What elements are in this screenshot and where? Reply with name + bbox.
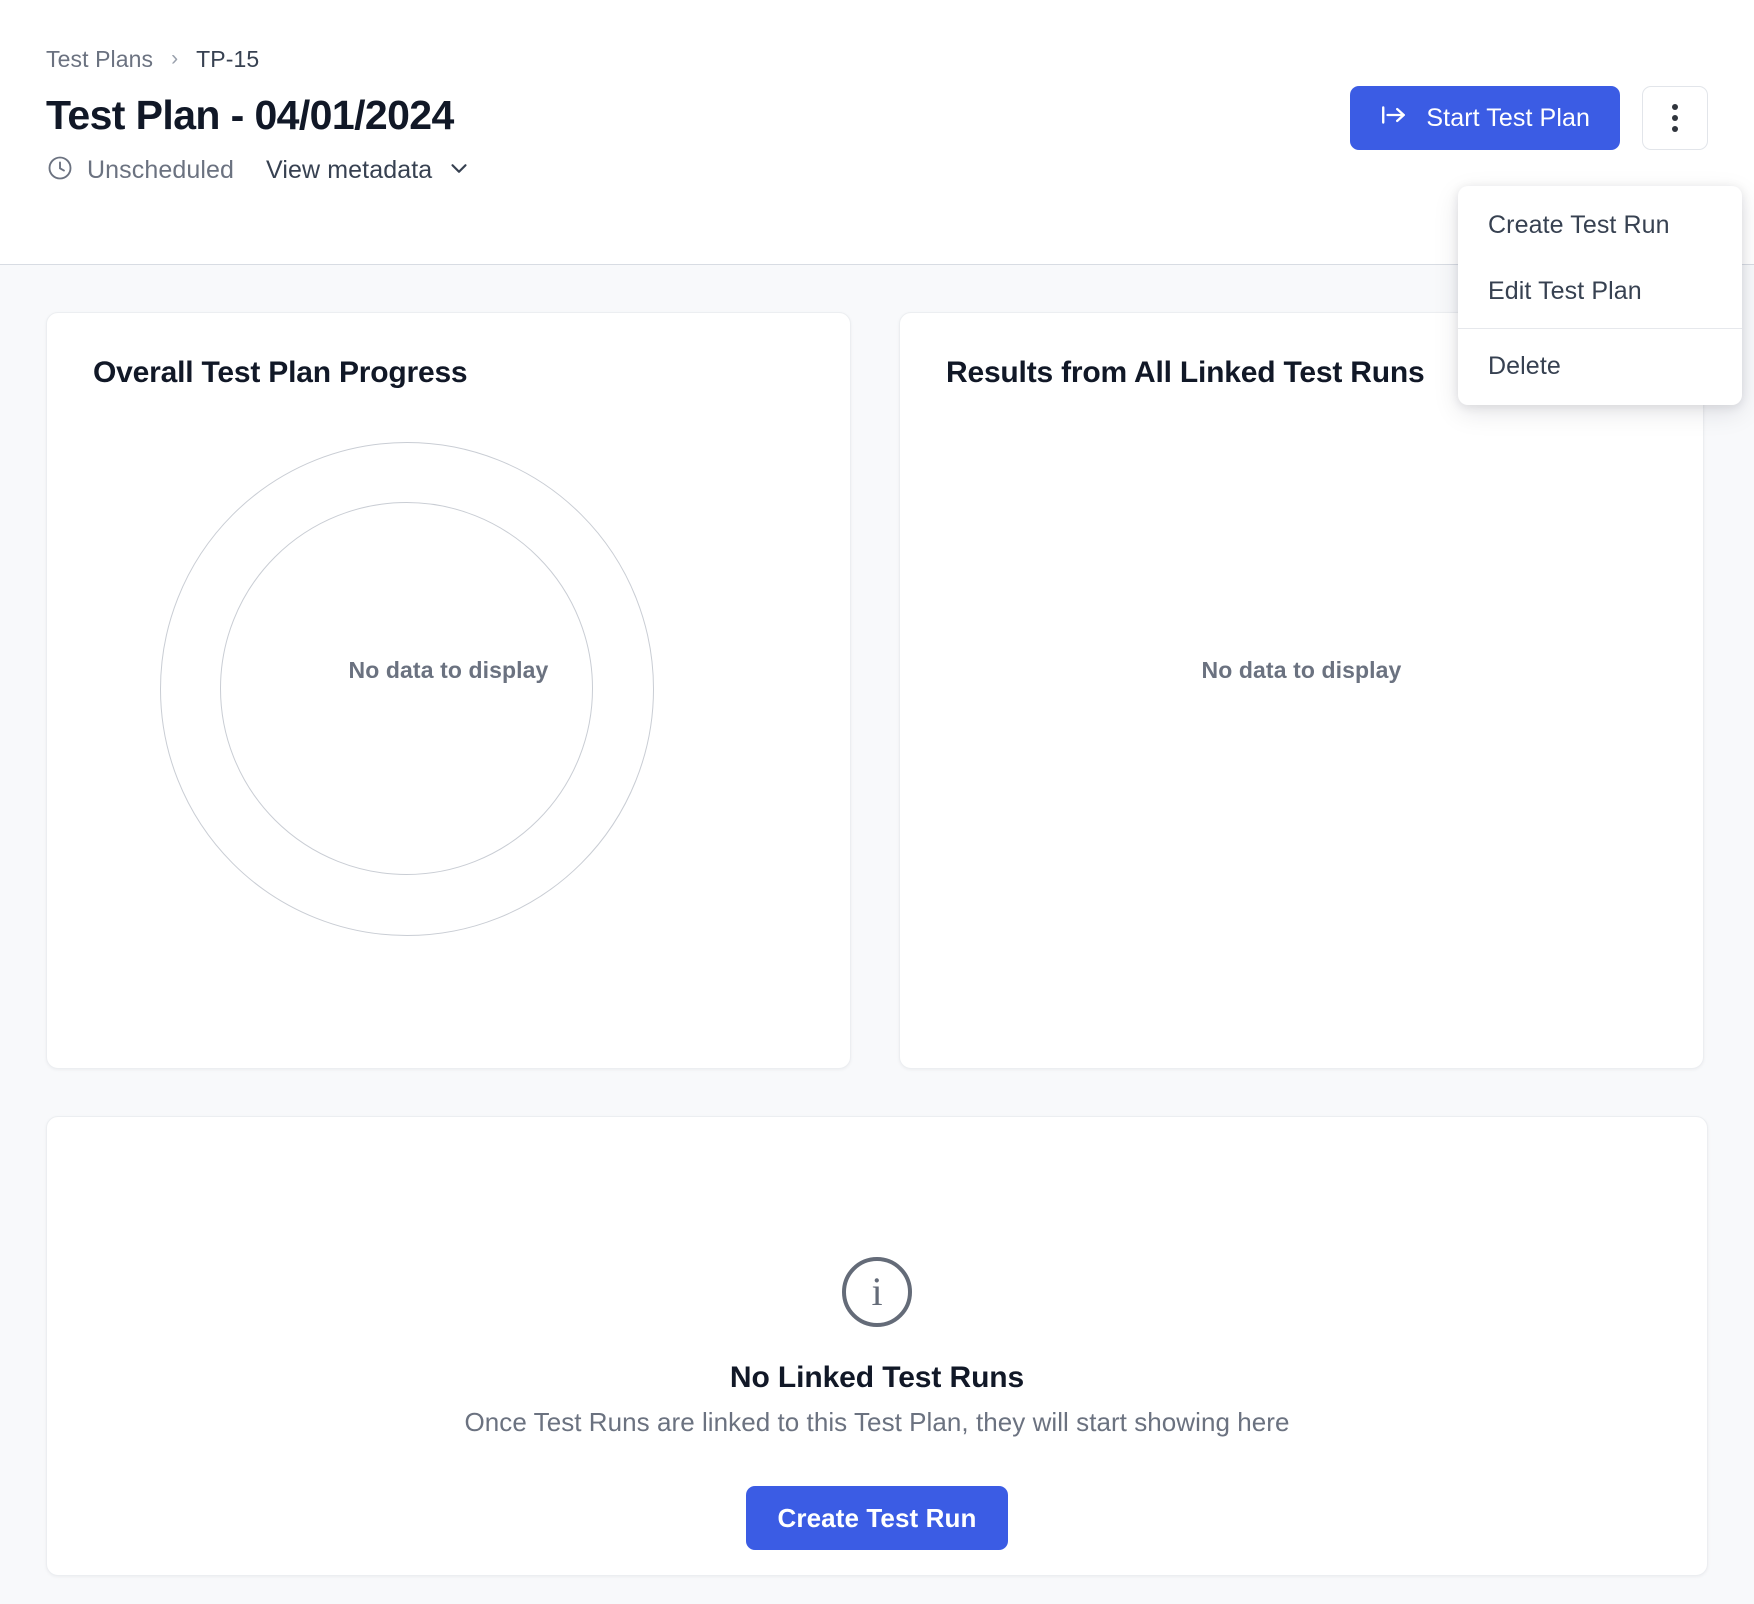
status-badge: Unscheduled	[46, 154, 234, 187]
status-label: Unscheduled	[87, 156, 235, 184]
results-empty-state: No data to display	[946, 390, 1657, 950]
clock-icon	[46, 154, 74, 187]
page-title: Test Plan - 04/01/2024	[46, 92, 454, 138]
progress-card-title: Overall Test Plan Progress	[93, 356, 468, 389]
overall-test-plan-progress-card: Overall Test Plan Progress No data to di…	[46, 312, 851, 1069]
start-arrow-icon	[1380, 102, 1408, 135]
start-test-plan-button[interactable]: Start Test Plan	[1350, 86, 1620, 150]
breadcrumb-parent-link[interactable]: Test Plans	[46, 46, 153, 73]
dropdown-divider	[1458, 328, 1742, 329]
more-options-button[interactable]	[1642, 86, 1708, 150]
dropdown-item-delete[interactable]: Delete	[1458, 333, 1742, 399]
breadcrumb: Test Plans › TP-15	[46, 44, 1708, 74]
dropdown-item-create-test-run[interactable]: Create Test Run	[1458, 192, 1742, 258]
view-metadata-toggle[interactable]: View metadata	[266, 155, 472, 186]
progress-no-data-label: No data to display	[348, 656, 549, 683]
view-metadata-label: View metadata	[266, 156, 433, 184]
donut-inner-ring	[220, 502, 593, 875]
page-body: Overall Test Plan Progress No data to di…	[0, 265, 1754, 1604]
header-actions: Start Test Plan	[1350, 86, 1708, 150]
breadcrumb-current-item[interactable]: TP-15	[196, 46, 259, 73]
breadcrumb-separator-icon: ›	[171, 46, 179, 70]
meta-row: Unscheduled View metadata	[46, 154, 1708, 187]
create-test-run-button[interactable]: Create Test Run	[745, 1486, 1009, 1550]
page-header: Test Plans › TP-15 Test Plan - 04/01/202…	[0, 0, 1754, 405]
linked-runs-empty-title: No Linked Test Runs	[729, 1361, 1025, 1394]
kebab-vertical-icon	[1672, 104, 1678, 132]
start-test-plan-label: Start Test Plan	[1426, 103, 1590, 132]
progress-donut-chart: No data to display	[93, 390, 804, 950]
cards-row: Overall Test Plan Progress No data to di…	[46, 312, 1708, 1069]
info-icon-glyph: i	[871, 1269, 883, 1314]
info-circle-icon: i	[842, 1257, 912, 1327]
linked-runs-empty-subtitle: Once Test Runs are linked to this Test P…	[464, 1407, 1290, 1437]
chevron-down-icon	[446, 155, 472, 186]
more-options-dropdown: Create Test Run Edit Test Plan Delete	[1458, 186, 1742, 405]
results-from-all-linked-test-runs-card: Results from All Linked Test Runs No dat…	[899, 312, 1704, 1069]
results-no-data-label: No data to display	[1201, 656, 1402, 683]
linked-test-runs-panel: i No Linked Test Runs Once Test Runs are…	[46, 1116, 1708, 1576]
dropdown-item-edit-test-plan[interactable]: Edit Test Plan	[1458, 258, 1742, 324]
